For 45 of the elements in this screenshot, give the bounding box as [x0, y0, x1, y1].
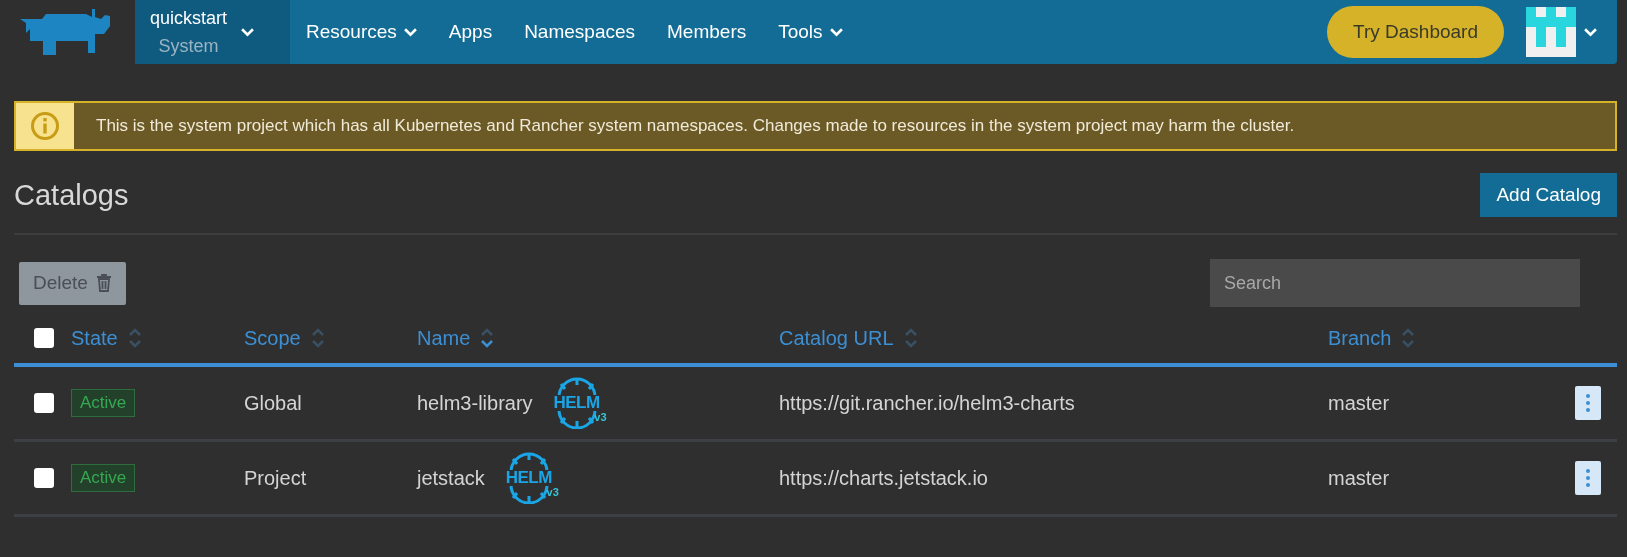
chevron-down-icon: [829, 27, 843, 37]
helm-logo: HELM v3: [546, 377, 607, 429]
row-checkbox[interactable]: [34, 468, 54, 488]
chevron-down-icon: [403, 27, 417, 37]
table-cell: master: [1328, 466, 1390, 489]
table-cell: https://git.rancher.io/helm3-charts: [779, 391, 1075, 414]
sort-icon: [1401, 327, 1416, 349]
warning-text: This is the system project which has all Kubernetes and Rancher system namespaces. Changes made to resources in the system project may harm the cluster.: [95, 115, 1295, 137]
column-header[interactable]: State: [71, 326, 142, 350]
try-dashboard-button[interactable]: Try Dashboard: [1327, 6, 1504, 58]
table-cell: Project: [244, 466, 307, 489]
table-cell: Global: [244, 391, 302, 414]
sort-icon: [127, 327, 142, 349]
kebab-menu-button[interactable]: [1575, 461, 1601, 495]
table-cell: jetstack: [417, 466, 485, 490]
kebab-menu-button[interactable]: [1575, 386, 1601, 420]
chevron-down-icon: [1584, 28, 1597, 37]
status-badge: Active: [71, 389, 136, 417]
table-cell: https://charts.jetstack.io: [779, 466, 988, 489]
nav-menu-item[interactable]: Tools: [762, 21, 859, 43]
column-header[interactable]: Name: [417, 326, 495, 350]
page-title: Catalogs: [14, 178, 129, 212]
row-checkbox[interactable]: [34, 393, 54, 413]
sort-icon: [310, 327, 325, 349]
avatar-icon[interactable]: [1526, 7, 1576, 57]
table-cell: helm3-library: [417, 391, 533, 415]
chevron-down-icon: [241, 27, 255, 37]
column-header[interactable]: Scope: [244, 326, 325, 350]
nav-menu-item[interactable]: Namespaces: [508, 21, 652, 43]
search-field[interactable]: Search: [1210, 259, 1580, 307]
project-switcher[interactable]: quickstart System: [135, 0, 290, 64]
nav-menu-item[interactable]: Resources: [290, 21, 433, 43]
add-catalog-button[interactable]: Add Catalog: [1480, 173, 1617, 217]
column-header[interactable]: Branch: [1328, 326, 1416, 350]
table-cell: master: [1328, 391, 1390, 414]
nav-menu-item[interactable]: Apps: [432, 21, 509, 43]
nav-menu-item[interactable]: Members: [651, 21, 763, 43]
sort-icon: [903, 327, 918, 349]
info-icon: [30, 111, 60, 141]
sort-icon: [480, 327, 495, 349]
select-all-checkbox[interactable]: [34, 328, 54, 348]
trash-icon: [95, 274, 112, 292]
column-header[interactable]: Catalog URL: [779, 326, 918, 350]
status-badge: Active: [71, 464, 136, 492]
helm-logo: HELM v3: [498, 452, 559, 504]
